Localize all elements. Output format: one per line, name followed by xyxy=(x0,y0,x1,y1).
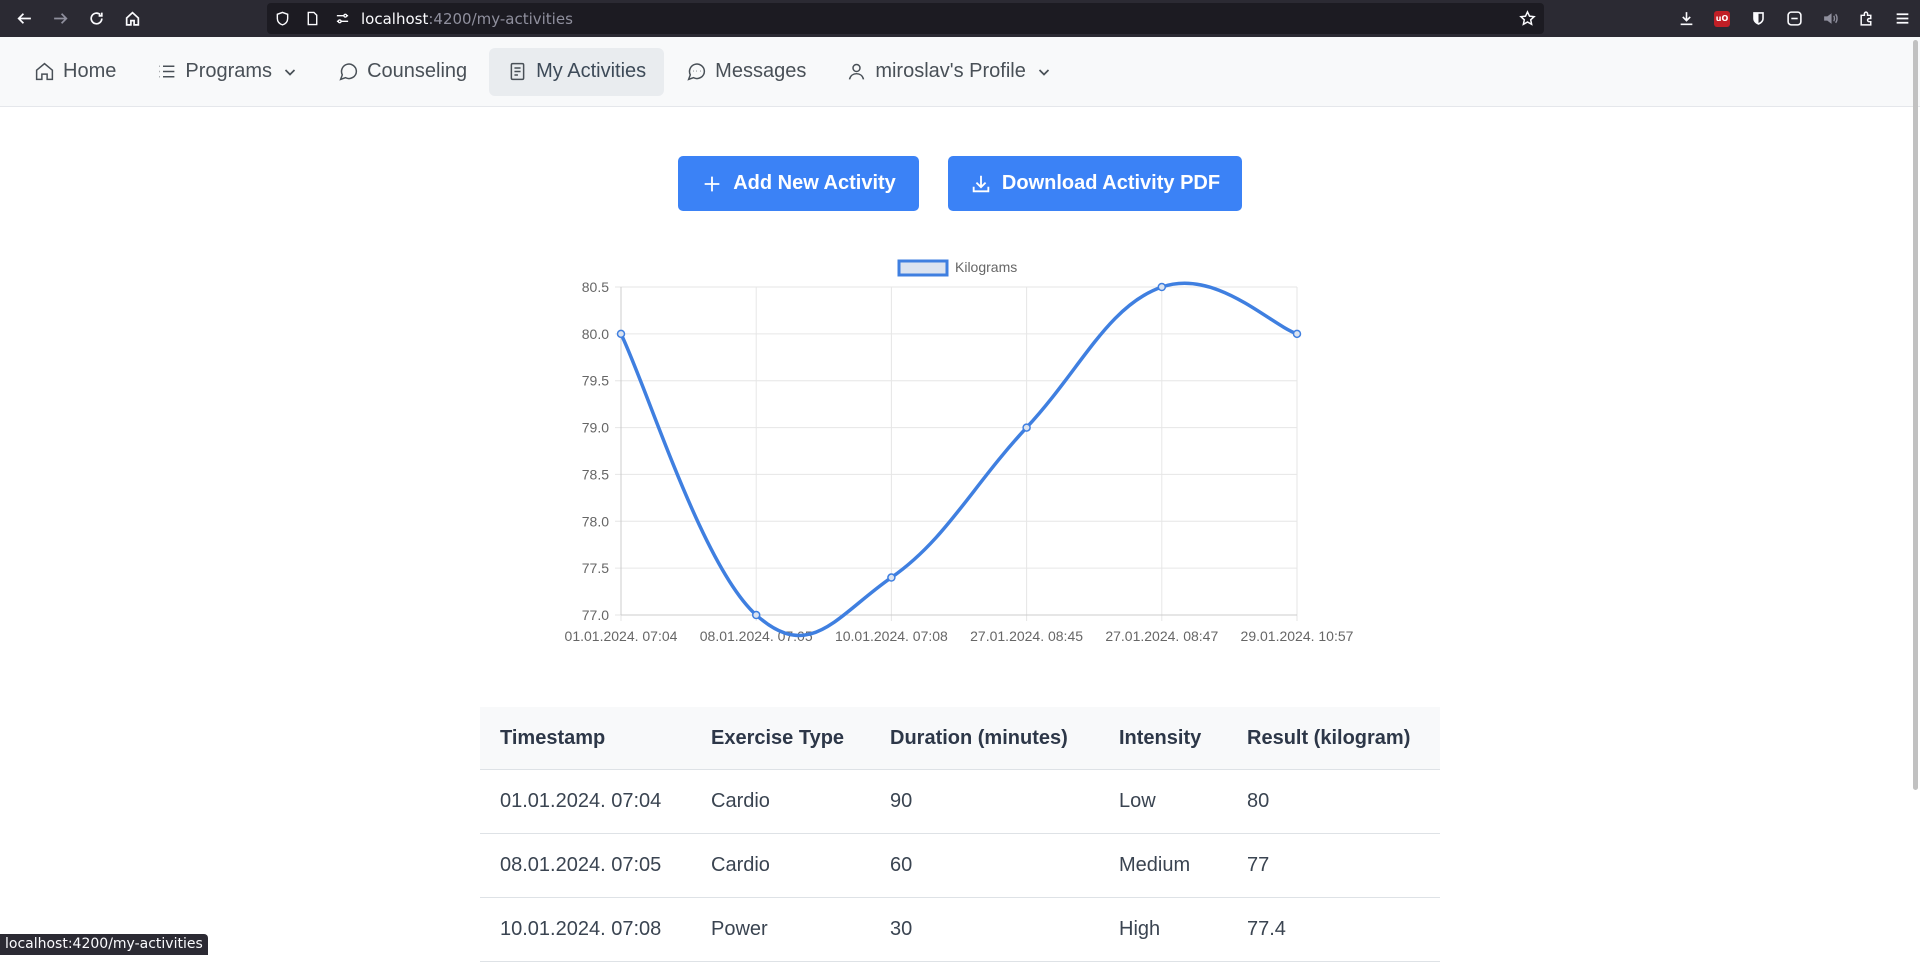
nav-profile-label: miroslav's Profile xyxy=(875,60,1026,82)
url-text: localhost:4200/my-activities xyxy=(361,9,573,28)
chevron-down-icon xyxy=(1038,68,1049,76)
cell-exercise-type: Power xyxy=(711,918,768,940)
home-icon[interactable] xyxy=(114,1,150,37)
y-tick-label: 79.0 xyxy=(582,420,609,436)
nav-profile[interactable]: miroslav's Profile xyxy=(828,48,1070,96)
download-icon xyxy=(972,175,990,192)
page-icon xyxy=(297,11,327,26)
main-navbar: Home Programs Counseling My Activities M… xyxy=(0,37,1920,107)
bookmark-star-icon[interactable] xyxy=(1519,10,1536,32)
chevron-down-icon xyxy=(284,68,296,76)
header-exercise-type: Exercise Type xyxy=(711,726,845,749)
y-tick-label: 80.5 xyxy=(582,279,609,295)
weight-line-chart: 80.5 80.0 79.5 79.0 78.5 78.0 77.5 77.0 01.01.20… xyxy=(565,259,1354,644)
table-header: Timestamp Exercise Type Duration (minute… xyxy=(480,707,1440,770)
download-activity-pdf-button[interactable]: Download Activity PDF xyxy=(948,156,1242,211)
cell-intensity: Low xyxy=(1119,790,1156,812)
activities-table: Timestamp Exercise Type Duration (minute… xyxy=(480,707,1440,962)
y-tick-label: 80.0 xyxy=(582,326,609,342)
status-url-tooltip: localhost:4200/my-activities xyxy=(0,934,208,955)
cell-exercise-type: Cardio xyxy=(711,790,770,812)
document-icon xyxy=(510,62,525,81)
cell-exercise-type: Cardio xyxy=(711,854,770,876)
y-tick-label: 78.0 xyxy=(582,513,609,529)
forward-icon[interactable] xyxy=(42,1,78,37)
cell-duration: 30 xyxy=(890,918,913,940)
header-result: Result (kilogram) xyxy=(1247,726,1411,749)
menu-icon[interactable] xyxy=(1884,1,1920,37)
cell-intensity: Medium xyxy=(1119,854,1191,876)
header-duration: Duration (minutes) xyxy=(890,726,1068,749)
header-timestamp: Timestamp xyxy=(500,726,606,749)
nav-messages-label: Messages xyxy=(715,60,807,82)
x-tick-label: 10.01.2024. 07:08 xyxy=(835,628,948,644)
nav-my-activities[interactable]: My Activities xyxy=(489,47,665,96)
y-tick-label: 79.5 xyxy=(582,373,609,389)
user-icon xyxy=(849,63,865,80)
x-tick-label: 27.01.2024. 08:47 xyxy=(1105,628,1218,644)
cell-result: 77 xyxy=(1247,854,1270,876)
home-icon xyxy=(35,62,54,81)
shield-icon[interactable] xyxy=(267,11,297,26)
header-intensity: Intensity xyxy=(1119,726,1202,749)
cell-intensity: High xyxy=(1119,918,1161,940)
nav-my-activities-label: My Activities xyxy=(536,60,647,82)
data-point xyxy=(1022,423,1031,432)
cell-timestamp: 10.01.2024. 07:08 xyxy=(500,918,662,940)
chat-bubble-icon xyxy=(339,63,358,81)
data-point xyxy=(887,573,896,582)
reload-icon[interactable] xyxy=(78,1,114,37)
extension-icon[interactable] xyxy=(1776,1,1812,37)
download-activity-pdf-label: Download Activity PDF xyxy=(1001,172,1221,194)
cell-timestamp: 08.01.2024. 07:05 xyxy=(500,854,662,876)
y-tick-label: 78.5 xyxy=(582,466,609,482)
data-point xyxy=(1292,329,1302,339)
browser-toolbar: localhost:4200/my-activities uO xyxy=(0,0,1920,37)
nav-counseling-label: Counseling xyxy=(367,60,468,82)
data-point xyxy=(1157,282,1167,292)
cell-result: 77.4 xyxy=(1247,918,1286,940)
legend-swatch xyxy=(897,259,949,277)
nav-programs-label: Programs xyxy=(185,60,273,82)
data-point xyxy=(751,610,761,620)
cell-timestamp: 01.01.2024. 07:04 xyxy=(500,790,662,812)
x-tick-label: 29.01.2024. 10:57 xyxy=(1241,628,1354,644)
x-tick-label: 27.01.2024. 08:45 xyxy=(970,628,1083,644)
nav-counseling[interactable]: Counseling xyxy=(320,48,485,96)
list-icon xyxy=(159,65,175,78)
legend-label: Kilograms xyxy=(955,259,1017,275)
toolbar-right: uO xyxy=(1668,0,1920,37)
extensions-puzzle-icon[interactable] xyxy=(1848,1,1884,37)
address-bar[interactable]: localhost:4200/my-activities xyxy=(267,3,1544,34)
ublock-icon[interactable]: uO xyxy=(1704,1,1740,37)
cell-result: 80 xyxy=(1247,790,1270,812)
table-row: 08.01.2024. 07:05 Cardio 60 Medium 77 xyxy=(480,834,1440,898)
back-icon[interactable] xyxy=(6,1,42,37)
nav-home[interactable]: Home xyxy=(16,48,134,96)
add-new-activity-button[interactable]: Add New Activity xyxy=(678,156,919,211)
page-scrollbar[interactable] xyxy=(1913,40,1918,790)
series-line-kilograms xyxy=(619,281,1298,638)
nav-home-label: Home xyxy=(63,60,117,82)
x-tick-label: 01.01.2024. 07:04 xyxy=(565,628,678,644)
nav-programs[interactable]: Programs xyxy=(138,48,316,96)
data-point xyxy=(616,329,626,339)
bitwarden-icon[interactable] xyxy=(1740,1,1776,37)
y-tick-label: 77.0 xyxy=(582,607,609,623)
cell-duration: 90 xyxy=(890,790,913,812)
permissions-icon[interactable] xyxy=(327,11,357,26)
speaker-icon[interactable] xyxy=(1812,1,1848,37)
nav-messages[interactable]: Messages xyxy=(668,48,824,96)
table-row: 01.01.2024. 07:04 Cardio 90 Low 80 xyxy=(480,770,1440,834)
downloads-icon[interactable] xyxy=(1668,1,1704,37)
y-tick-label: 77.5 xyxy=(582,560,609,576)
cell-duration: 60 xyxy=(890,854,913,876)
chat-dots-icon xyxy=(687,63,706,81)
table-row: 10.01.2024. 07:08 Power 30 High 77.4 xyxy=(480,898,1440,962)
add-new-activity-label: Add New Activity xyxy=(733,172,896,194)
plus-icon xyxy=(704,176,720,191)
